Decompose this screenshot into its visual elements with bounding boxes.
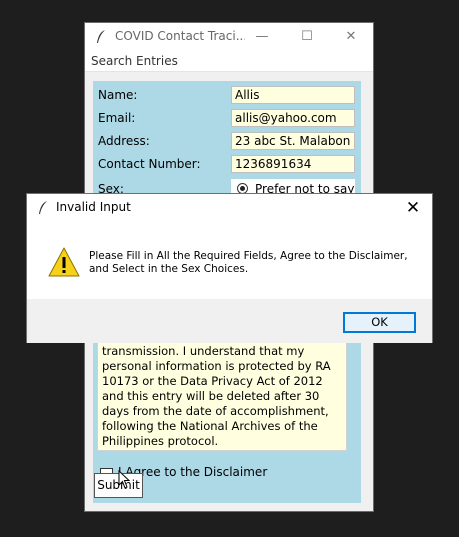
- name-label: Name:: [98, 88, 138, 102]
- dialog-close-button[interactable]: ✕: [402, 197, 424, 219]
- email-label: Email:: [98, 111, 136, 125]
- dialog-message: Please Fill in All the Required Fields, …: [89, 250, 408, 275]
- window-title: COVID Contact Traci...: [115, 29, 245, 43]
- dialog-title: Invalid Input: [56, 200, 131, 214]
- dialog-footer: OK: [27, 299, 432, 343]
- address-label: Address:: [98, 134, 150, 148]
- main-title-bar[interactable]: COVID Contact Traci... — ☐ ✕: [85, 23, 373, 51]
- email-field[interactable]: allis@yahoo.com: [231, 109, 355, 127]
- maximize-button[interactable]: ☐: [285, 23, 329, 51]
- warning-icon: [48, 247, 80, 277]
- menu-bar: Search Entries: [85, 51, 373, 72]
- close-button[interactable]: ✕: [329, 23, 373, 51]
- feather-icon: [39, 201, 47, 214]
- dialog-title-bar[interactable]: Invalid Input ✕: [27, 194, 432, 222]
- contact-number-field[interactable]: 1236891634: [231, 155, 355, 173]
- invalid-input-dialog: Invalid Input ✕ Please Fill in All the R…: [26, 193, 433, 343]
- feather-icon: [97, 30, 105, 43]
- minimize-button[interactable]: —: [240, 23, 284, 51]
- address-field[interactable]: 23 abc St. Malabon City: [231, 132, 355, 150]
- disclaimer-textbox[interactable]: transmission. I understand that my perso…: [97, 341, 347, 451]
- name-field[interactable]: Allis: [231, 86, 355, 104]
- mouse-cursor-icon: [118, 470, 131, 489]
- contact-number-label: Contact Number:: [98, 157, 201, 171]
- ok-button[interactable]: OK: [343, 312, 416, 333]
- menu-search-entries[interactable]: Search Entries: [91, 54, 178, 68]
